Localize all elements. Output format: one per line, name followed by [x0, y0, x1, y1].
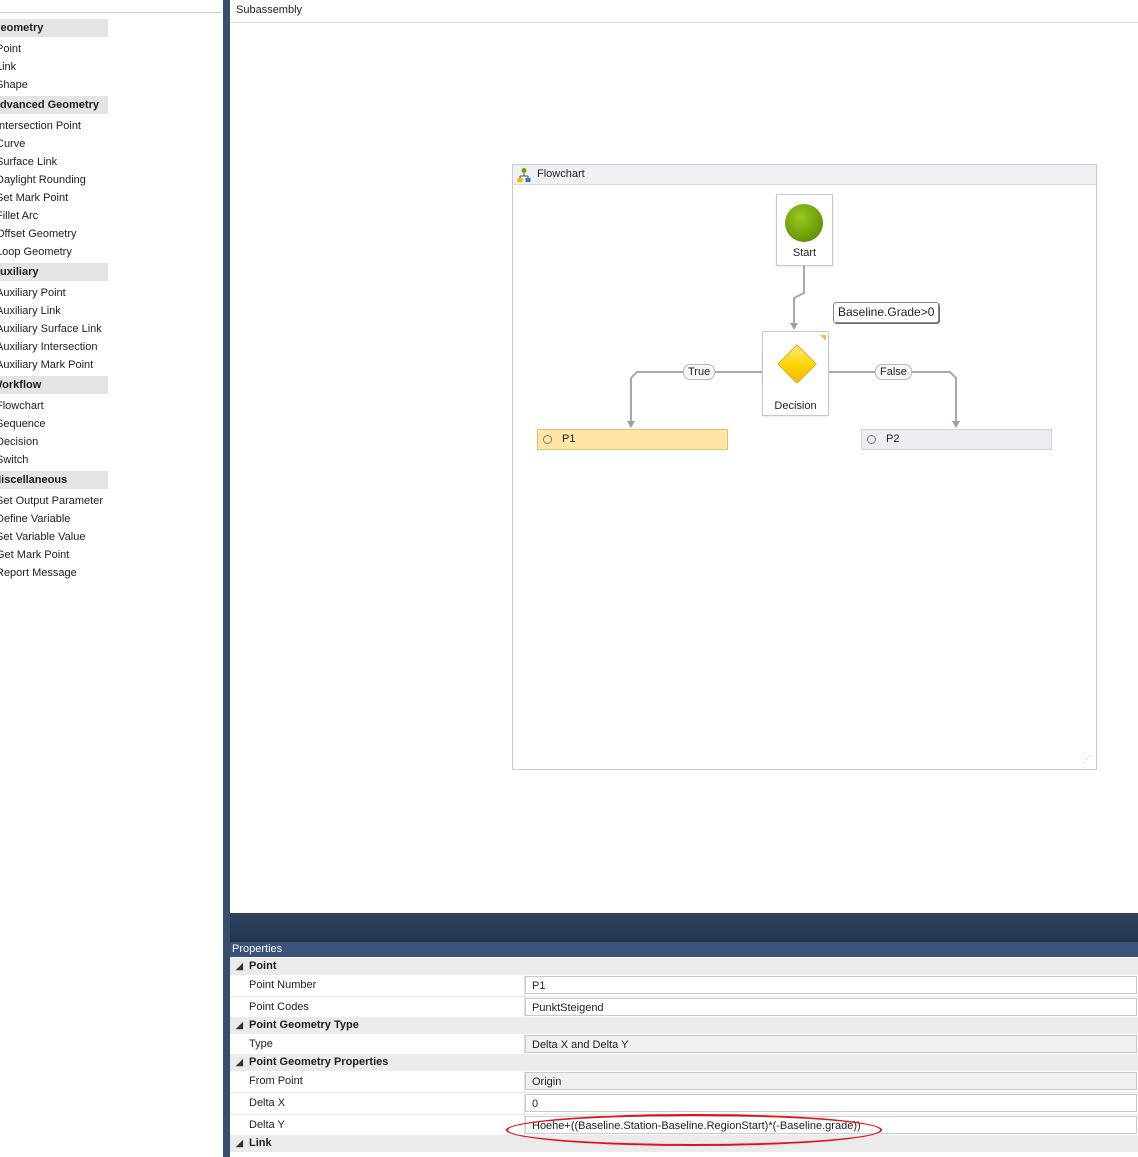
property-name: From Point	[249, 1075, 303, 1087]
toolbox-item-report-message[interactable]: Report Message	[0, 564, 81, 582]
property-row-from-point: From Point Origin	[230, 1071, 1138, 1093]
connector-start-to-decision	[793, 265, 805, 325]
toolbox-item-sequence[interactable]: Sequence	[0, 415, 50, 433]
toolbox-item-fillet-arc[interactable]: Fillet Arc	[0, 207, 42, 225]
toolbox-item-intersection-point[interactable]: Intersection Point	[0, 117, 85, 135]
toolbox-item-auxiliary-mark-point[interactable]: Auxiliary Mark Point	[0, 356, 97, 374]
flowchart-icon	[517, 168, 531, 182]
flowstep-p1-label: P1	[562, 433, 576, 445]
flowstep-p2-label: P2	[886, 433, 900, 445]
decision-node[interactable]: Decision ◥	[762, 331, 829, 416]
toolbox-item-set-output-parameter[interactable]: Set Output Parameter	[0, 492, 107, 510]
property-row-type: Type Delta X and Delta Y	[230, 1034, 1138, 1056]
category-point-geometry-properties[interactable]: ◢ Point Geometry Properties	[230, 1054, 1138, 1071]
collapse-icon[interactable]: ◢	[236, 958, 243, 975]
toolbox-item-point[interactable]: Point	[0, 40, 25, 58]
expand-corner-icon: ◥	[819, 333, 826, 342]
designer-divider	[230, 22, 1138, 23]
flowstep-p1[interactable]: P1	[537, 429, 728, 450]
type-dropdown[interactable]: Delta X and Delta Y	[525, 1035, 1137, 1053]
property-name: Type	[249, 1038, 273, 1050]
toolbox-item-loop-geometry[interactable]: Loop Geometry	[0, 243, 76, 261]
decision-condition-tooltip: Baseline.Grade>0	[833, 302, 940, 323]
decision-label: Decision	[774, 400, 817, 412]
start-label: Start	[792, 247, 817, 259]
false-branch-label[interactable]: False	[875, 364, 912, 380]
highlight-annotation	[506, 1114, 882, 1146]
start-node[interactable]: Start	[776, 194, 833, 266]
property-name: Delta Y	[249, 1119, 285, 1131]
property-row-point-number: Point Number P1	[230, 975, 1138, 997]
toolbox-item-daylight-rounding[interactable]: Daylight Rounding	[0, 171, 90, 189]
resize-grip-icon[interactable]: ⋰	[1082, 754, 1091, 765]
toolbox-top-divider	[0, 12, 222, 13]
toolbox-item-surface-link[interactable]: Surface Link	[0, 153, 61, 171]
toolbox-item-auxiliary-intersection[interactable]: Auxiliary Intersection	[0, 338, 102, 356]
flowchart-container[interactable]: Flowchart Start Baseline.Grade>0 Decisio…	[512, 164, 1097, 770]
category-point-geometry-type[interactable]: ◢ Point Geometry Type	[230, 1017, 1138, 1034]
toolbox-category-workflow[interactable]: Workflow	[0, 376, 108, 394]
from-point-dropdown[interactable]: Origin	[525, 1072, 1137, 1090]
collapse-icon[interactable]: ◢	[236, 1054, 243, 1071]
toolbox-item-link[interactable]: Link	[0, 58, 20, 76]
property-name: Delta X	[249, 1097, 286, 1109]
collapse-icon[interactable]: ◢	[236, 1135, 243, 1152]
workflow-designer: Subassembly Flowchart Start Baseline.Gra…	[230, 0, 1138, 913]
point-codes-field[interactable]: PunktSteigend	[525, 998, 1137, 1016]
collapse-icon[interactable]: ◢	[236, 1017, 243, 1034]
property-name: Point Codes	[249, 1001, 309, 1013]
toolbox-item-auxiliary-surface-link[interactable]: Auxiliary Surface Link	[0, 320, 106, 338]
true-branch-label[interactable]: True	[683, 364, 716, 380]
toolbox-item-curve[interactable]: Curve	[0, 135, 29, 153]
vertical-splitter[interactable]	[223, 0, 230, 1157]
toolbox-item-auxiliary-point[interactable]: Auxiliary Point	[0, 284, 70, 302]
point-activity-icon	[867, 435, 876, 444]
toolbox-item-define-variable[interactable]: Define Variable	[0, 510, 74, 528]
category-point[interactable]: ◢ Point	[230, 958, 1138, 975]
start-circle-icon	[785, 204, 823, 242]
properties-panel: Properties ◢ Point Point Number P1 Point…	[230, 942, 1138, 1157]
properties-title: Properties	[230, 942, 1138, 957]
toolbox-item-shape[interactable]: Shape	[0, 76, 32, 94]
toolbox-item-auxiliary-link[interactable]: Auxiliary Link	[0, 302, 65, 320]
toolbox-category-advanced-geometry[interactable]: Advanced Geometry	[0, 96, 108, 114]
flowchart-header[interactable]: Flowchart	[513, 165, 1096, 185]
designer-breadcrumb[interactable]: Subassembly	[236, 4, 302, 16]
toolbox-item-set-variable-value[interactable]: Set Variable Value	[0, 528, 89, 546]
flowchart-title: Flowchart	[537, 168, 585, 180]
toolbox-category-geometry[interactable]: Geometry	[0, 19, 108, 37]
property-row-delta-x: Delta X 0	[230, 1093, 1138, 1115]
toolbox-item-decision[interactable]: Decision	[0, 433, 42, 451]
toolbox-item-get-mark-point[interactable]: Get Mark Point	[0, 546, 73, 564]
property-row-point-codes: Point Codes PunktSteigend	[230, 997, 1138, 1019]
point-activity-icon	[543, 435, 552, 444]
point-number-field[interactable]: P1	[525, 976, 1137, 994]
toolbox-item-switch[interactable]: Switch	[0, 451, 32, 469]
delta-x-field[interactable]: 0	[525, 1094, 1137, 1112]
toolbox-panel: Geometry Point Link Shape Advanced Geome…	[0, 0, 224, 1157]
toolbox-item-flowchart[interactable]: Flowchart	[0, 397, 48, 415]
toolbox-category-auxiliary[interactable]: Auxiliary	[0, 263, 108, 281]
decision-diamond-icon	[777, 344, 817, 384]
toolbox-item-offset-geometry[interactable]: Offset Geometry	[0, 225, 81, 243]
flowstep-p2[interactable]: P2	[861, 429, 1052, 450]
property-name: Point Number	[249, 979, 317, 991]
toolbox-category-miscellaneous[interactable]: Miscellaneous	[0, 471, 108, 489]
toolbox-item-set-mark-point[interactable]: Set Mark Point	[0, 189, 72, 207]
horizontal-splitter[interactable]	[230, 913, 1138, 942]
